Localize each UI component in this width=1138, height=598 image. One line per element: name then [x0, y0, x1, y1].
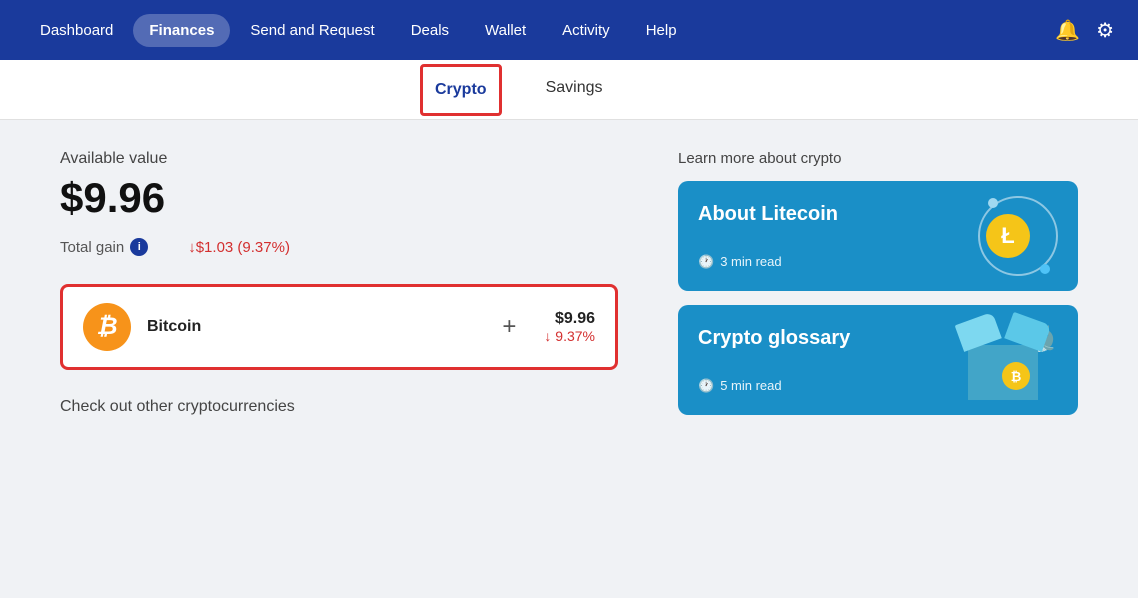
- nav-finances[interactable]: Finances: [133, 14, 230, 47]
- clock-icon: 🕐: [698, 254, 714, 270]
- check-other-label: Check out other cryptocurrencies: [60, 398, 618, 416]
- litecoin-illustration: Ł: [958, 196, 1058, 276]
- info-icon[interactable]: i: [130, 238, 148, 256]
- litecoin-card[interactable]: About Litecoin 🕐 3 min read Ł: [678, 181, 1078, 291]
- glossary-card-title: Crypto glossary: [698, 327, 850, 350]
- left-panel: Available value $9.96 Total gain i ↓$1.0…: [60, 150, 618, 568]
- litecoin-card-meta: 🕐 3 min read: [698, 254, 838, 270]
- tab-savings[interactable]: Savings: [534, 61, 615, 118]
- nav-deals[interactable]: Deals: [395, 14, 465, 47]
- ltc-coin: Ł: [986, 214, 1030, 258]
- tabs-bar: Crypto Savings: [0, 60, 1138, 120]
- orbit-dot-2: [1040, 264, 1050, 274]
- notification-bell-icon[interactable]: 🔔: [1055, 18, 1080, 43]
- bitcoin-usd: $9.96: [544, 310, 595, 328]
- bitcoin-icon: ₿: [83, 303, 131, 351]
- nav-icons: 🔔 ⚙: [1055, 18, 1114, 43]
- add-crypto-button[interactable]: +: [490, 309, 528, 345]
- litecoin-card-title: About Litecoin: [698, 203, 838, 226]
- navbar: Dashboard Finances Send and Request Deal…: [0, 0, 1138, 60]
- nav-dashboard[interactable]: Dashboard: [24, 14, 129, 47]
- tab-crypto[interactable]: Crypto: [420, 64, 502, 116]
- book-body: ₿: [968, 345, 1038, 400]
- bitcoin-card[interactable]: ₿ Bitcoin + $9.96 ↓ 9.37%: [60, 284, 618, 370]
- book-pages: [958, 315, 1048, 345]
- book-coin: ₿: [1002, 362, 1030, 390]
- glossary-card[interactable]: Crypto glossary 🕐 5 min read 🐋 ₿: [678, 305, 1078, 415]
- nav-wallet[interactable]: Wallet: [469, 14, 542, 47]
- gain-value: ↓$1.03 (9.37%): [188, 239, 290, 256]
- glossary-card-meta: 🕐 5 min read: [698, 378, 850, 394]
- right-panel: Learn more about crypto About Litecoin 🕐…: [678, 150, 1078, 568]
- book-illustration: 🐋 ₿: [958, 320, 1058, 400]
- clock-icon-2: 🕐: [698, 378, 714, 394]
- bitcoin-pct: ↓ 9.37%: [544, 328, 595, 344]
- nav-help[interactable]: Help: [630, 14, 693, 47]
- available-value: $9.96: [60, 174, 618, 222]
- settings-gear-icon[interactable]: ⚙: [1096, 18, 1114, 43]
- available-label: Available value: [60, 150, 618, 168]
- total-gain-row: Total gain i ↓$1.03 (9.37%): [60, 238, 618, 256]
- learn-title: Learn more about crypto: [678, 150, 1078, 167]
- total-gain-label: Total gain i: [60, 238, 148, 256]
- bitcoin-name: Bitcoin: [147, 318, 474, 336]
- main-content: Available value $9.96 Total gain i ↓$1.0…: [0, 120, 1138, 598]
- nav-activity[interactable]: Activity: [546, 14, 626, 47]
- nav-send-request[interactable]: Send and Request: [234, 14, 390, 47]
- orbit-dot-1: [988, 198, 998, 208]
- bitcoin-value-col: $9.96 ↓ 9.37%: [544, 310, 595, 344]
